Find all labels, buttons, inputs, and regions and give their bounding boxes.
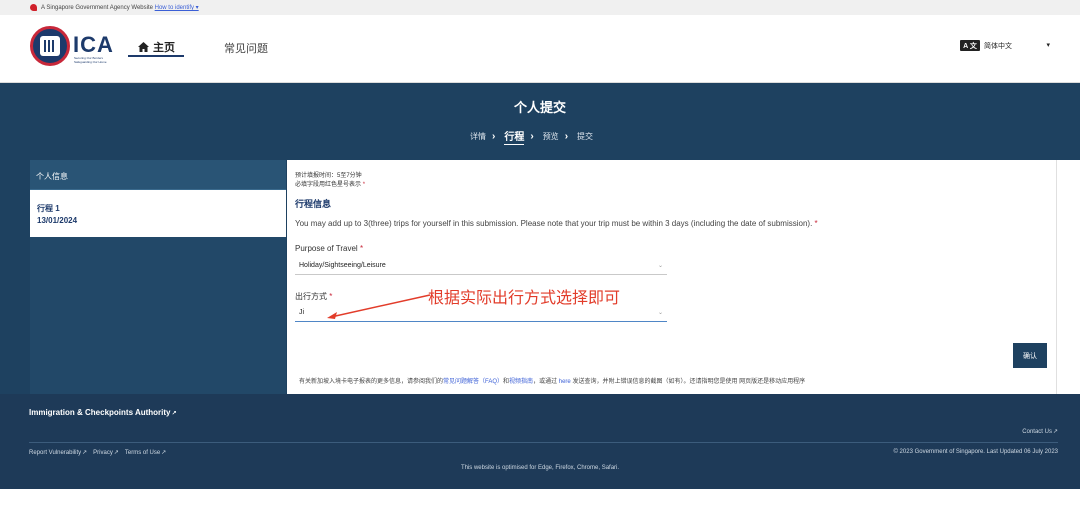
- sidebar: 个人信息 行程 1 13/01/2024: [30, 160, 286, 394]
- external-link-icon: ↗: [82, 450, 88, 456]
- translate-icon: A 文: [960, 40, 980, 51]
- nav-faq-link[interactable]: 常见问题: [224, 40, 268, 56]
- how-to-identify-link[interactable]: How to identify ▾: [155, 5, 199, 11]
- faq-link[interactable]: 常见问题解答（FAQ）: [443, 379, 503, 385]
- external-link-icon: ↗: [1052, 429, 1058, 435]
- chevron-right-icon: ›: [530, 131, 534, 142]
- help-footnote: 有关新加坡入境卡电子报表的更多信息，请参阅我们的常见问题解答（FAQ）和视频指南…: [299, 379, 806, 385]
- external-link-icon: ↗: [171, 411, 177, 417]
- purpose-select[interactable]: Holiday/Sightseeing/Leisure ⌄: [295, 256, 667, 275]
- progress-steps: 详情 › 行程 › 预览 › 提交: [470, 128, 593, 145]
- trip-form: 预计填报时间：5至7分钟 必填字段用红色星号表示 * 行程信息 You may …: [287, 160, 1056, 394]
- terms-of-use-link[interactable]: Terms of Use↗: [125, 449, 166, 456]
- home-icon: [138, 42, 149, 52]
- page-title: 个人提交: [513, 100, 566, 115]
- sidebar-item-trip[interactable]: 行程 1 13/01/2024: [30, 190, 286, 237]
- footer-divider: [29, 442, 1058, 443]
- video-guide-link[interactable]: 视频指南: [509, 379, 533, 385]
- browser-note: This website is optimised for Edge, Fire…: [460, 465, 620, 471]
- language-selected: 简体中文: [984, 42, 1012, 50]
- trip-note: You may add up to 3(three) trips for you…: [295, 219, 818, 228]
- external-link-icon: ↗: [113, 450, 119, 456]
- page-hero: 个人提交 详情 › 行程 › 预览 › 提交: [0, 83, 1080, 160]
- gov-masthead: A Singapore Government Agency Website Ho…: [0, 0, 1080, 15]
- right-edge: [1056, 160, 1080, 394]
- site-footer: Immigration & Checkpoints Authority↗ Con…: [0, 394, 1080, 489]
- purpose-value: Holiday/Sightseeing/Leisure: [299, 261, 386, 269]
- annotation-text: 根据实际出行方式选择即可: [428, 288, 621, 307]
- section-title: 行程信息: [295, 199, 332, 209]
- purpose-label: Purpose of Travel *: [295, 244, 364, 253]
- language-selector[interactable]: A 文 简体中文 ▾: [960, 40, 1050, 51]
- nav-home-link[interactable]: 主页: [128, 39, 184, 57]
- chevron-down-icon: ⌄: [657, 262, 663, 269]
- annotation-arrow: [327, 294, 431, 319]
- step-submit[interactable]: 提交: [577, 131, 593, 142]
- main-content: 个人信息 行程 1 13/01/2024 预计填报时间：5至7分钟 必填字段用红…: [0, 160, 1080, 394]
- step-details[interactable]: 详情: [470, 131, 486, 142]
- here-link[interactable]: here: [559, 379, 571, 385]
- copyright: © 2023 Government of Singapore. Last Upd…: [893, 449, 1058, 455]
- external-link-icon: ↗: [161, 450, 167, 456]
- chevron-down-icon: ⌄: [657, 309, 663, 316]
- trip-label: 行程 1: [37, 204, 60, 213]
- chevron-right-icon: ›: [492, 131, 496, 142]
- required-note: 必填字段用红色星号表示 *: [295, 182, 366, 188]
- report-vulnerability-link[interactable]: Report Vulnerability↗: [29, 449, 87, 456]
- nav-home-label: 主页: [153, 42, 175, 54]
- chevron-down-icon: ▾: [1046, 41, 1050, 49]
- ica-emblem-icon: [30, 26, 70, 66]
- chevron-right-icon: ›: [564, 131, 569, 142]
- confirm-button[interactable]: 确认: [1013, 343, 1047, 368]
- step-preview[interactable]: 预览: [543, 131, 559, 142]
- masthead-text: A Singapore Government Agency Website: [41, 5, 153, 11]
- ica-logo-text: ICA: [73, 32, 114, 57]
- footer-links: Report Vulnerability↗ Privacy↗ Terms of …: [29, 449, 166, 456]
- trip-date: 13/01/2024: [37, 216, 78, 225]
- step-trip[interactable]: 行程: [504, 128, 525, 145]
- sidebar-item-personal-info[interactable]: 个人信息: [30, 160, 286, 190]
- site-header: ICA Securing Our Borders Safeguarding Ou…: [0, 15, 1080, 83]
- footer-brand-link[interactable]: Immigration & Checkpoints Authority↗: [29, 408, 177, 417]
- privacy-link[interactable]: Privacy↗: [93, 449, 119, 456]
- lion-head-icon: [30, 4, 37, 11]
- contact-us-link[interactable]: Contact Us↗: [1022, 428, 1058, 435]
- estimated-time: 预计填报时间：5至7分钟: [295, 173, 362, 179]
- sidebar-filler: [30, 237, 286, 394]
- mode-value: Ji: [299, 308, 305, 316]
- ica-logo-tagline: Securing Our Borders Safeguarding Our Ho…: [74, 56, 107, 64]
